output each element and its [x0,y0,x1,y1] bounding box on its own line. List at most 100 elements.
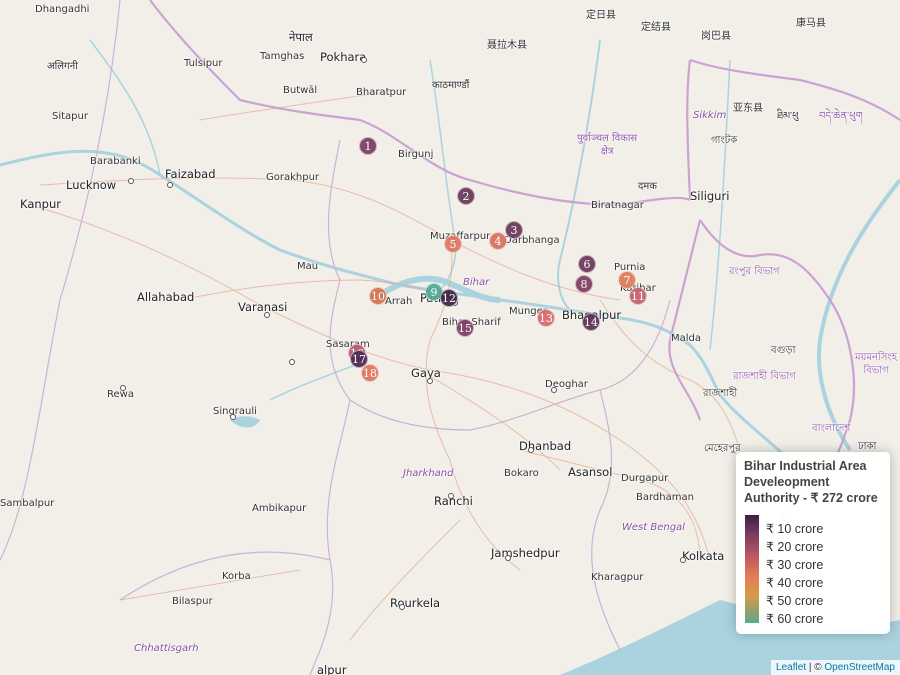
place-label: রংপুর বিভাগ [729,266,780,277]
place-label: Sitapur [52,111,88,122]
place-label: Jharkhand [403,468,454,479]
place-label: ঢাকা [858,441,877,452]
legend-item: ₹ 50 crore [759,594,823,608]
marker-11[interactable]: 11 [629,287,647,305]
place-label: Birgunj [398,149,434,160]
city-dot [505,555,511,561]
place-label: Siliguri [690,189,730,203]
river-teesta [709,59,731,351]
marker-18[interactable]: 18 [361,364,379,382]
map-container[interactable]: Dhangadhi नेपाल Pokhara Tamghas Tulsipur अलिग… [0,0,900,675]
place-label: 岗巴县 [701,31,731,42]
city-dot [448,493,454,499]
place-label: Kharagpur [591,572,644,583]
place-label: মেহেরপুর [704,443,741,454]
marker-15[interactable]: 15 [456,319,474,337]
leaflet-link[interactable]: Leaflet [776,662,806,673]
place-label: Butwāl [283,85,318,96]
legend-title: Bihar Industrial Area Develeopment Autho… [744,459,878,505]
marker-1[interactable]: 1 [359,137,377,155]
place-label: 定结县 [641,22,671,33]
place-label: Durgapur [621,473,669,484]
place-label: Allahabad [137,290,195,304]
place-label: Asansol [568,465,613,479]
place-label: नेपाल [289,30,313,44]
river-brahmaputra [817,178,900,452]
place-label: Kolkata [682,549,725,563]
place-label: 亚东县 [733,103,763,114]
place-label: Bihar [463,277,490,288]
legend-item: ₹ 60 crore [759,612,823,626]
legend-item: ₹ 10 crore [759,522,823,536]
marker-8[interactable]: 8 [575,275,593,293]
legend-item: ₹ 40 crore [759,576,823,590]
place-label: पुर्वाञ्चल विकास क्षेत्र [577,133,638,157]
map-attribution: Leaflet | © OpenStreetMap [771,660,900,675]
place-label: Tulsipur [184,58,223,69]
city-dot [528,447,534,453]
place-label: Dhanbad [519,439,572,453]
city-dot [427,378,433,384]
place-label: বাংলাদেশ [812,423,851,434]
place-label: রাজশাহী বিভাগ [733,371,796,382]
place-label: Rewa [107,389,134,400]
attribution-separator: | © [806,662,825,673]
place-label: Bardhaman [636,492,694,503]
city-dot [230,414,236,420]
city-dot [361,57,367,63]
place-label: Pokhara [320,50,367,64]
city-dot [289,359,295,365]
legend-item: ₹ 20 crore [759,540,823,554]
place-label: काठमाण्डौं [432,80,470,91]
place-label: བདེ་ཆེན་ཕུག [819,111,863,122]
place-label: Bilaspur [172,596,213,607]
roads [29,89,741,641]
marker-14[interactable]: 14 [582,313,600,331]
place-label: 康马县 [796,18,826,29]
marker-13[interactable]: 13 [537,309,555,327]
place-label: Bokaro [504,468,539,479]
place-label: Faizabad [165,167,216,181]
marker-12[interactable]: 12 [440,289,458,307]
place-label: Sikkim [693,110,727,121]
legend: Bihar Industrial Area Develeopment Autho… [736,452,890,634]
marker-10[interactable]: 10 [369,287,387,305]
marker-4[interactable]: 4 [489,232,507,250]
place-label: Gaya [411,366,441,380]
place-label: Lucknow [66,178,117,192]
place-label: Varanasi [238,300,288,314]
place-label: 聂拉木县 [487,40,527,51]
city-dot [680,557,686,563]
marker-5[interactable]: 5 [444,235,462,253]
marker-3[interactable]: 3 [505,221,523,239]
city-dot [120,385,126,391]
city-dot [167,182,173,188]
place-label: গাংটক [711,135,738,146]
place-label: 定日县 [586,10,616,21]
marker-6[interactable]: 6 [578,255,596,273]
marker-7[interactable]: 7 [618,271,636,289]
place-label: Dhangadhi [35,4,90,15]
marker-2[interactable]: 2 [457,187,475,205]
place-label: दमक [638,181,657,192]
place-label: Biratnagar [591,200,644,211]
place-label: রাজশাহী [703,388,738,399]
place-label: Ambikapur [252,503,307,514]
place-label: Arrah [385,296,413,307]
osm-link[interactable]: OpenStreetMap [824,662,895,673]
place-label: Sambalpur [0,498,55,509]
place-label: Jamshedpur [491,546,560,560]
place-label: अलिगनी [47,61,78,72]
place-label: Korba [222,571,251,582]
place-label: Bharatpur [356,87,407,98]
place-label: Rourkela [390,596,441,610]
city-dot [264,312,270,318]
legend-color-scale [745,515,759,623]
place-label: Gorakhpur [266,172,320,183]
city-dot [551,387,557,393]
place-label: West Bengal [622,522,685,533]
place-label: ཐིམ་ཕུ [777,111,799,122]
city-dot [399,604,405,610]
place-label: Kanpur [20,197,61,211]
place-label: Mau [297,261,319,272]
